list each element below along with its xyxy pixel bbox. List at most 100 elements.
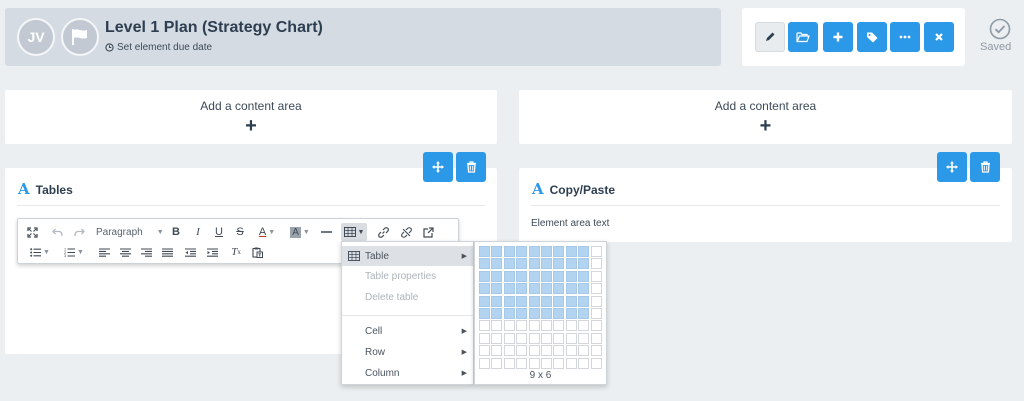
flag-icon[interactable]	[61, 18, 99, 56]
grid-cell[interactable]	[590, 320, 602, 332]
grid-cells[interactable]	[479, 246, 603, 370]
block-format-select[interactable]: Paragraph ▼	[96, 223, 164, 241]
grid-cell[interactable]	[565, 332, 577, 344]
grid-cell[interactable]	[578, 258, 590, 270]
background-color-icon[interactable]: A ▼	[286, 223, 314, 241]
grid-cell[interactable]	[565, 258, 577, 270]
grid-cell[interactable]	[516, 295, 528, 307]
menu-item-table[interactable]: Table ▶	[342, 246, 473, 266]
clear-formatting-icon[interactable]: Tx	[228, 243, 244, 261]
grid-cell[interactable]	[578, 283, 590, 295]
undo-icon[interactable]	[49, 223, 65, 241]
grid-cell[interactable]	[553, 320, 565, 332]
grid-cell[interactable]	[479, 246, 490, 257]
menu-item-row[interactable]: Row ▶	[342, 342, 473, 362]
grid-cell[interactable]	[553, 295, 565, 307]
grid-cell[interactable]	[565, 357, 577, 369]
grid-cell[interactable]	[516, 283, 528, 295]
underline-icon[interactable]: U	[211, 223, 227, 241]
grid-cell[interactable]	[491, 270, 503, 282]
grid-cell[interactable]	[590, 308, 602, 319]
grid-cell[interactable]	[479, 295, 490, 307]
grid-cell[interactable]	[590, 270, 602, 282]
grid-cell[interactable]	[491, 246, 503, 257]
grid-cell[interactable]	[479, 258, 490, 270]
grid-cell[interactable]	[578, 295, 590, 307]
delete-button[interactable]	[456, 152, 486, 182]
grid-cell[interactable]	[528, 283, 540, 295]
grid-cell[interactable]	[491, 295, 503, 307]
align-justify-icon[interactable]	[159, 243, 175, 261]
grid-cell[interactable]	[590, 295, 602, 307]
grid-cell[interactable]	[516, 357, 528, 369]
grid-cell[interactable]	[516, 345, 528, 357]
grid-cell[interactable]	[590, 357, 602, 369]
grid-cell[interactable]	[503, 357, 515, 369]
tag-button[interactable]	[857, 22, 887, 52]
grid-cell[interactable]	[541, 258, 552, 270]
edit-button[interactable]	[755, 22, 785, 52]
grid-cell[interactable]	[491, 320, 503, 332]
align-center-icon[interactable]	[117, 243, 133, 261]
paste-text-icon[interactable]	[249, 243, 265, 261]
grid-cell[interactable]	[553, 308, 565, 319]
menu-item-delete-table[interactable]: Delete table	[342, 287, 473, 307]
grid-cell[interactable]	[541, 357, 552, 369]
italic-icon[interactable]: I	[190, 223, 206, 241]
grid-cell[interactable]	[565, 308, 577, 319]
grid-cell[interactable]	[528, 295, 540, 307]
grid-cell[interactable]	[528, 332, 540, 344]
grid-cell[interactable]	[541, 270, 552, 282]
grid-cell[interactable]	[553, 332, 565, 344]
grid-cell[interactable]	[491, 332, 503, 344]
grid-cell[interactable]	[528, 357, 540, 369]
indent-icon[interactable]	[204, 243, 220, 261]
open-folder-button[interactable]	[788, 22, 818, 52]
grid-cell[interactable]	[491, 345, 503, 357]
grid-cell[interactable]	[479, 283, 490, 295]
grid-cell[interactable]	[503, 295, 515, 307]
grid-cell[interactable]	[553, 345, 565, 357]
grid-cell[interactable]	[541, 320, 552, 332]
element-area-text[interactable]: Element area text	[531, 218, 609, 229]
grid-cell[interactable]	[578, 357, 590, 369]
grid-cell[interactable]	[503, 308, 515, 319]
add-content-area-left[interactable]: Add a content area +	[5, 90, 497, 144]
grid-cell[interactable]	[541, 283, 552, 295]
grid-cell[interactable]	[479, 270, 490, 282]
grid-cell[interactable]	[590, 283, 602, 295]
grid-cell[interactable]	[565, 295, 577, 307]
bullet-list-icon[interactable]: ▼	[26, 243, 54, 261]
grid-cell[interactable]	[503, 246, 515, 257]
grid-cell[interactable]	[516, 258, 528, 270]
grid-cell[interactable]	[565, 270, 577, 282]
close-button[interactable]	[924, 22, 954, 52]
grid-cell[interactable]	[541, 308, 552, 319]
grid-cell[interactable]	[528, 345, 540, 357]
grid-cell[interactable]	[516, 320, 528, 332]
grid-cell[interactable]	[516, 246, 528, 257]
due-date-link[interactable]: Set element due date	[105, 42, 212, 53]
bold-icon[interactable]: B	[168, 223, 184, 241]
menu-item-column[interactable]: Column ▶	[342, 363, 473, 383]
grid-cell[interactable]	[503, 332, 515, 344]
add-button[interactable]	[823, 22, 853, 52]
grid-cell[interactable]	[516, 270, 528, 282]
grid-cell[interactable]	[528, 320, 540, 332]
menu-item-cell[interactable]: Cell ▶	[342, 321, 473, 341]
grid-cell[interactable]	[516, 308, 528, 319]
grid-cell[interactable]	[541, 295, 552, 307]
grid-cell[interactable]	[541, 345, 552, 357]
grid-cell[interactable]	[578, 270, 590, 282]
numbered-list-icon[interactable]: 123 ▼	[60, 243, 88, 261]
align-left-icon[interactable]	[96, 243, 112, 261]
grid-cell[interactable]	[553, 246, 565, 257]
redo-icon[interactable]	[71, 223, 87, 241]
grid-cell[interactable]	[516, 332, 528, 344]
delete-button[interactable]	[970, 152, 1000, 182]
more-button[interactable]	[890, 22, 920, 52]
grid-cell[interactable]	[503, 320, 515, 332]
grid-cell[interactable]	[565, 345, 577, 357]
strikethrough-icon[interactable]: S	[232, 223, 248, 241]
grid-cell[interactable]	[578, 308, 590, 319]
